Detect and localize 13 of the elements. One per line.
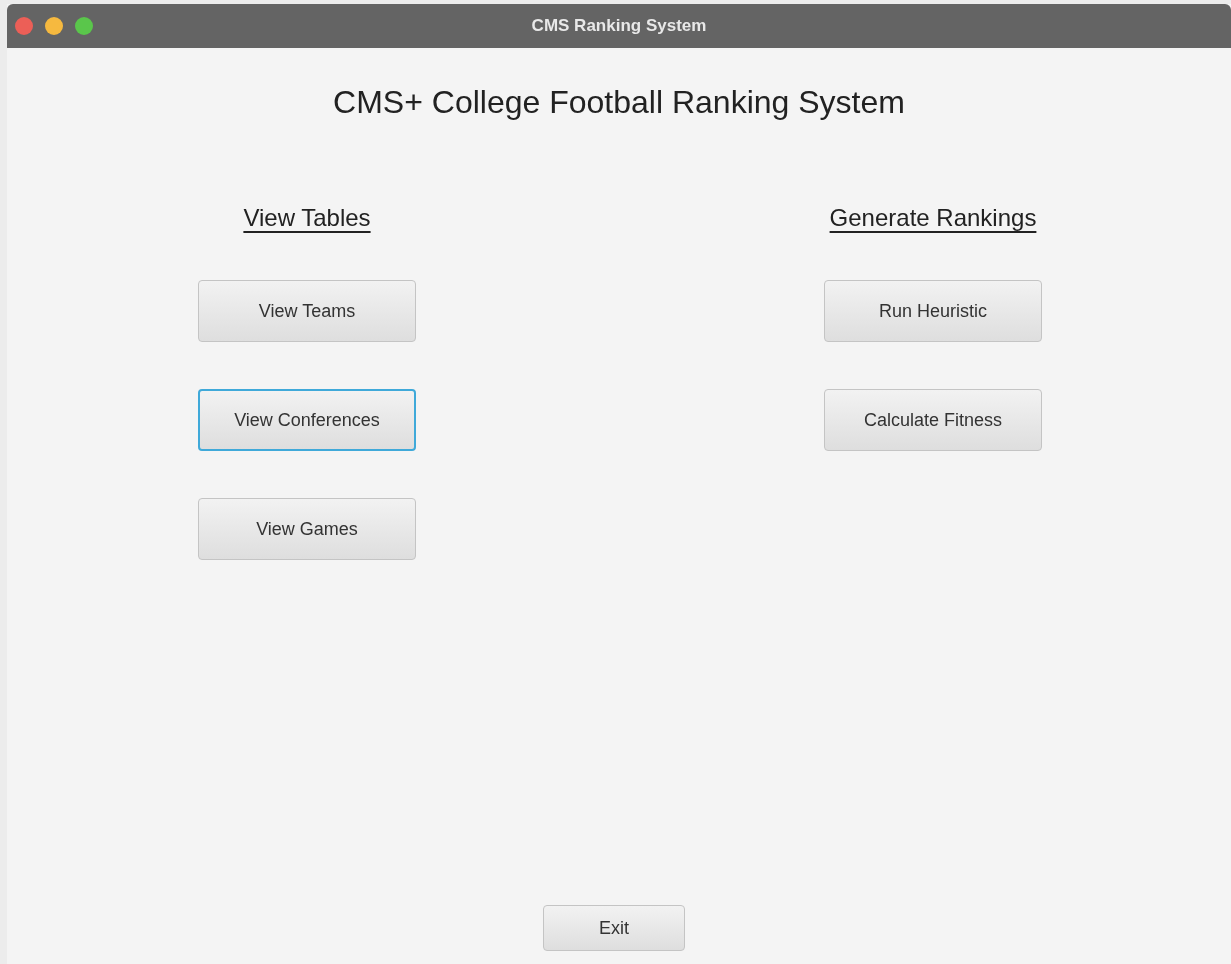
- action-button[interactable]: Calculate Fitness: [824, 389, 1042, 451]
- action-button[interactable]: View Games: [198, 498, 416, 560]
- action-button[interactable]: Run Heuristic: [824, 280, 1042, 342]
- section-heading: View Tables: [243, 203, 371, 233]
- exit-button[interactable]: Exit: [543, 905, 685, 951]
- app-heading: CMS+ College Football Ranking System: [332, 83, 906, 122]
- window-title: CMS Ranking System: [531, 15, 707, 38]
- minimize-icon[interactable]: [45, 17, 63, 35]
- section-heading: Generate Rankings: [829, 203, 1037, 233]
- action-button[interactable]: View Conferences: [198, 389, 416, 451]
- action-button[interactable]: View Teams: [198, 280, 416, 342]
- close-icon[interactable]: [15, 17, 33, 35]
- maximize-icon[interactable]: [75, 17, 93, 35]
